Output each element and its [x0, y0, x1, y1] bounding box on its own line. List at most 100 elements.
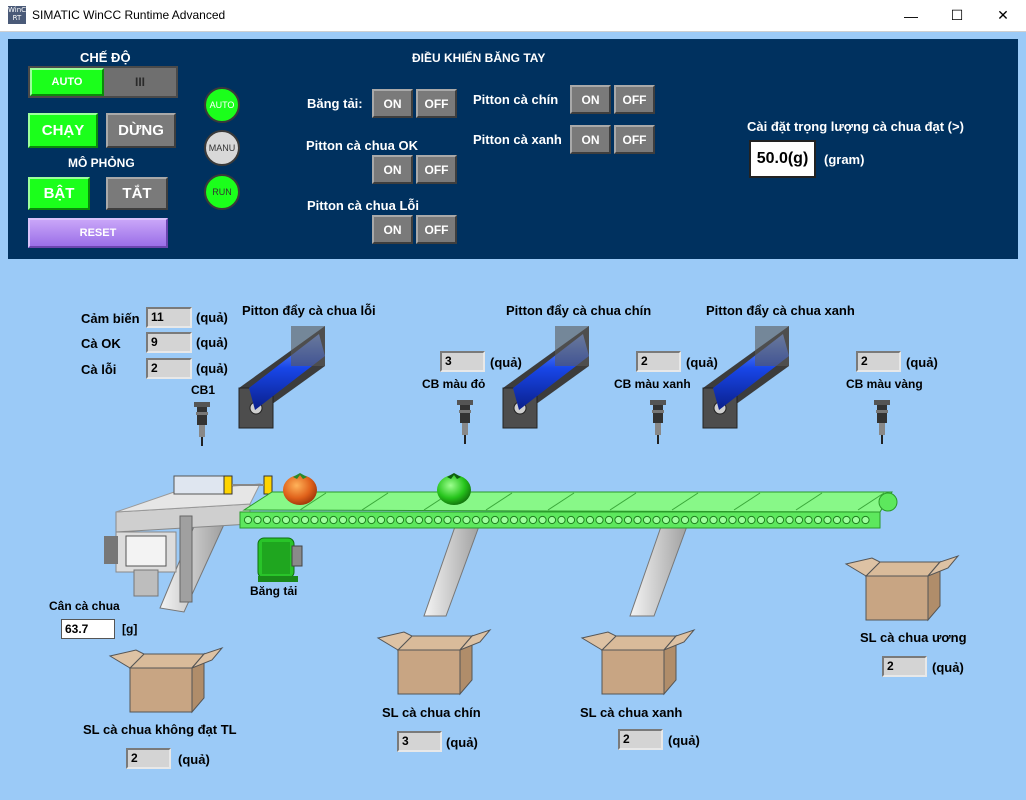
- conveyor-roller: [528, 515, 538, 525]
- scale-weight-field: 63.7: [61, 619, 115, 639]
- conveyor-roller: [671, 515, 680, 525]
- green-bin-unit: (quả): [668, 733, 700, 748]
- conveyor-roller: [566, 515, 576, 525]
- conveyor-roller: [367, 515, 376, 525]
- piston-ripe-cylinder: [502, 326, 589, 429]
- conveyor-roller: [813, 515, 823, 525]
- conveyor-roller: [395, 515, 405, 525]
- conveyor-roller: [538, 515, 547, 525]
- weighing-machine: [104, 475, 273, 603]
- unripe-bin-count-field: 2: [882, 656, 927, 677]
- conveyor-roller: [443, 515, 452, 525]
- conveyor-roller: [481, 515, 490, 525]
- conveyor-roller: [357, 515, 367, 525]
- conveyor-roller: [310, 515, 319, 525]
- conveyor-roller: [642, 515, 652, 525]
- scale-label: Cân cà chua: [49, 599, 120, 613]
- conveyor-roller: [604, 515, 614, 525]
- piston-green-cylinder: [702, 326, 789, 429]
- conveyor-label: Băng tải: [250, 584, 298, 598]
- conveyor-roller: [785, 515, 794, 525]
- conveyor-roller: [842, 515, 851, 525]
- conveyor-roller: [519, 515, 528, 525]
- conveyor-belt: [239, 491, 898, 529]
- conveyor-roller: [319, 515, 329, 525]
- box-reject-icon: [108, 646, 224, 714]
- ripe-bin-count-field: 3: [397, 731, 442, 752]
- piston-fault-cylinder: [238, 326, 325, 429]
- conveyor-roller: [737, 515, 747, 525]
- conveyor-roller: [414, 515, 424, 525]
- conveyor-roller: [405, 515, 414, 525]
- conveyor-roller: [452, 515, 462, 525]
- conveyor-roller: [376, 515, 386, 525]
- process-graphics: [104, 326, 960, 714]
- tomato-green-icon: [437, 473, 471, 505]
- box-green-icon: [580, 628, 696, 696]
- conveyor-roller: [281, 515, 291, 525]
- conveyor-roller: [861, 515, 870, 525]
- conveyor-roller: [794, 515, 804, 525]
- conveyor-roller: [756, 515, 766, 525]
- conveyor-roller: [728, 515, 737, 525]
- conveyor-roller: [433, 515, 443, 525]
- conveyor-roller: [595, 515, 604, 525]
- conveyor-roller: [547, 515, 557, 525]
- chute-green: [629, 517, 691, 617]
- red-sensor-icon: [457, 400, 473, 444]
- conveyor-roller: [775, 515, 785, 525]
- green-bin-count-field: 2: [618, 729, 663, 750]
- green-bin-label: SL cà chua xanh: [580, 705, 683, 720]
- conveyor-roller: [690, 515, 699, 525]
- green-sensor-icon: [650, 400, 666, 444]
- conveyor-roller: [680, 515, 690, 525]
- reject-bin-label: SL cà chua không đạt TL: [83, 722, 237, 737]
- conveyor-roller: [291, 515, 300, 525]
- tomato-ripe-icon: [283, 473, 317, 505]
- conveyor-roller: [243, 515, 253, 525]
- reject-bin-unit: (quả): [178, 752, 210, 767]
- conveyor-roller: [747, 515, 756, 525]
- conveyor-roller: [509, 515, 519, 525]
- conveyor-roller: [614, 515, 623, 525]
- conveyor-roller: [329, 515, 338, 525]
- conveyor-roller: [823, 515, 832, 525]
- conveyor-roller: [348, 515, 357, 525]
- ripe-bin-label: SL cà chua chín: [382, 705, 481, 720]
- conveyor-roller: [253, 515, 262, 525]
- conveyor-roller: [500, 515, 509, 525]
- conveyor-roller: [462, 515, 471, 525]
- conveyor-roller: [804, 515, 813, 525]
- conveyor-roller: [699, 515, 709, 525]
- unripe-bin-unit: (quả): [932, 660, 964, 675]
- conveyor-roller: [262, 515, 272, 525]
- reject-bin-count-field: 2: [126, 748, 171, 769]
- conveyor-roller: [272, 515, 281, 525]
- conveyor-roller: [424, 515, 433, 525]
- conveyor-roller: [585, 515, 595, 525]
- box-ripe-icon: [376, 628, 492, 696]
- conveyor-roller: [718, 515, 728, 525]
- conveyor-roller: [652, 515, 661, 525]
- conveyor-roller: [386, 515, 395, 525]
- conveyor-roller: [766, 515, 775, 525]
- cb1-sensor-icon: [194, 402, 210, 446]
- conveyor-roller: [557, 515, 566, 525]
- box-unripe-icon: [844, 554, 960, 622]
- conveyor-roller: [709, 515, 718, 525]
- conveyor-roller: [661, 515, 671, 525]
- conveyor-roller: [832, 515, 842, 525]
- conveyor-roller: [300, 515, 310, 525]
- ripe-bin-unit: (quả): [446, 735, 478, 750]
- conveyor-roller: [851, 515, 861, 525]
- conveyor-roller: [633, 515, 642, 525]
- unripe-bin-label: SL cà chua ương: [860, 630, 967, 645]
- chute-ripe: [423, 517, 483, 617]
- conveyor-motor-icon: [257, 537, 303, 582]
- scale-unit: [g]: [122, 622, 138, 636]
- conveyor-roller: [471, 515, 481, 525]
- conveyor-roller: [576, 515, 585, 525]
- conveyor-roller: [490, 515, 500, 525]
- yellow-sensor-icon: [874, 400, 890, 444]
- conveyor-roller: [623, 515, 633, 525]
